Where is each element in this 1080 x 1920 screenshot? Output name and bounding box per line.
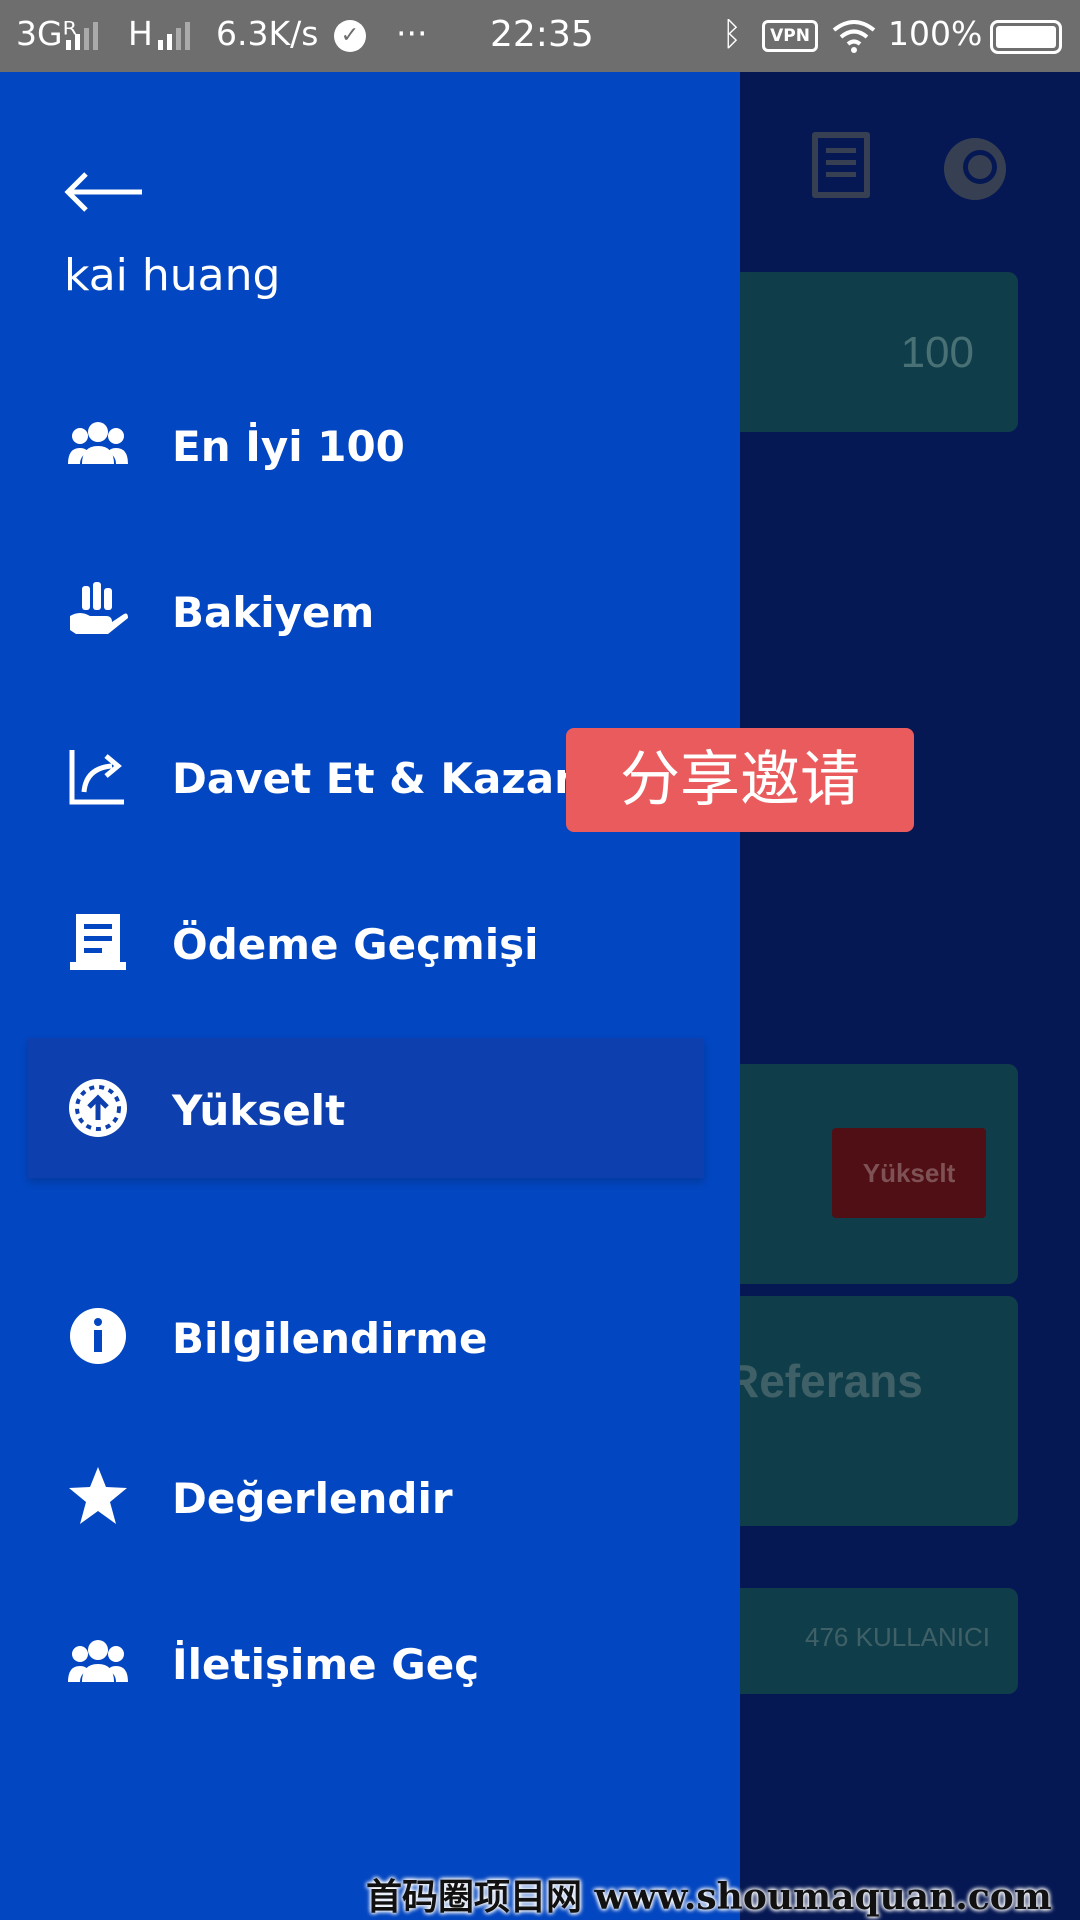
group-icon	[68, 1640, 128, 1682]
menu-item-label: En İyi 100	[172, 422, 405, 471]
menu-item-label: İletişime Geç	[172, 1640, 480, 1689]
star-icon	[69, 1467, 127, 1524]
menu-item-top-100[interactable]: En İyi 100	[28, 374, 704, 514]
receipt-icon	[70, 914, 126, 970]
battery-icon	[990, 20, 1062, 54]
signal-h-label: H	[128, 14, 153, 53]
hand-coins-icon	[70, 582, 128, 634]
back-arrow-icon[interactable]	[60, 162, 150, 222]
menu-item-payment-history[interactable]: Ödeme Geçmişi	[28, 872, 704, 1012]
menu-item-label: Bakiyem	[172, 588, 375, 637]
navigation-drawer: kai huang En İyi 100 Bakiyem Davet Et & …	[0, 72, 740, 1920]
menu-item-label: Yükselt	[172, 1086, 346, 1135]
signal-bars-2-icon	[158, 22, 190, 50]
battery-percent: 100%	[888, 14, 983, 53]
clock: 22:35	[490, 14, 594, 55]
bluetooth-icon: ᛒ	[722, 14, 742, 53]
menu-item-contact[interactable]: İletişime Geç	[28, 1592, 704, 1732]
info-icon	[70, 1308, 126, 1364]
user-name: kai huang	[64, 250, 281, 301]
menu-item-info[interactable]: Bilgilendirme	[28, 1266, 704, 1406]
group-icon	[68, 422, 128, 464]
share-icon	[69, 750, 124, 805]
check-icon: ✓	[334, 20, 366, 52]
wifi-icon	[832, 20, 876, 53]
more-dots-icon: ···	[396, 14, 428, 53]
menu-item-label: Davet Et & Kazan	[172, 754, 584, 803]
net-speed: 6.3K/s	[216, 14, 319, 53]
menu-item-upgrade[interactable]: Yükselt	[28, 1038, 704, 1178]
share-invite-tag: 分享邀请	[566, 728, 914, 832]
status-bar: 3Gᴿ H 6.3K/s ✓ ··· 22:35 ᛒ VPN 100%	[0, 0, 1080, 72]
menu-item-rate[interactable]: Değerlendir	[28, 1426, 704, 1566]
watermark-text: 首码圈项目网 www.shoumaquan.com	[366, 1876, 1052, 1918]
menu-item-label: Ödeme Geçmişi	[172, 920, 539, 969]
menu-item-label: Değerlendir	[172, 1474, 453, 1523]
signal-bars-icon	[66, 22, 98, 50]
menu-item-balance[interactable]: Bakiyem	[28, 540, 704, 680]
upgrade-icon	[69, 1079, 127, 1137]
menu-item-label: Bilgilendirme	[172, 1314, 488, 1363]
vpn-badge: VPN	[762, 20, 818, 52]
